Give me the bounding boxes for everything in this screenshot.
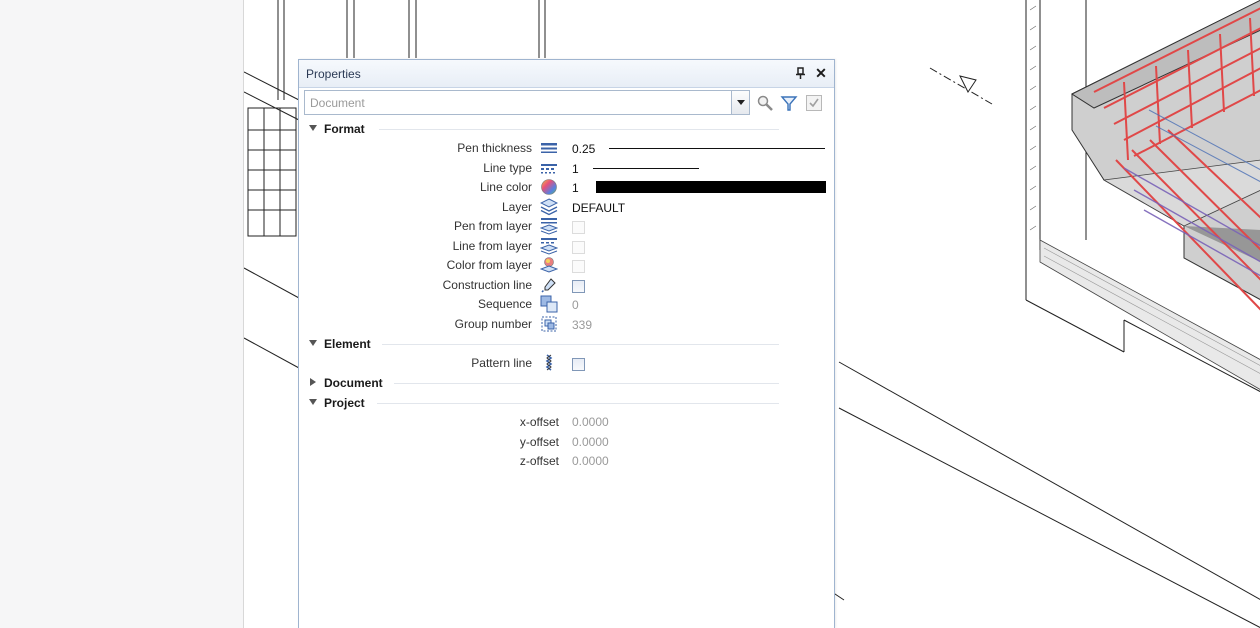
layer-value[interactable]: DEFAULT [572,201,625,215]
search-icon[interactable] [755,93,775,113]
filter-icon[interactable] [779,93,799,113]
properties-panel: Properties ✕ Document Format Pen thickne… [298,59,835,628]
pen-thickness-icon [540,140,558,156]
section-divider [394,383,779,384]
close-icon[interactable]: ✕ [812,64,830,82]
pattern-line-label: Pattern line [471,356,532,370]
color-from-layer-label: Color from layer [446,258,532,272]
combo-dropdown-button[interactable] [731,91,749,114]
pin-icon[interactable] [792,64,810,82]
line-from-layer-checkbox[interactable] [572,241,585,254]
sequence-label: Sequence [477,297,532,311]
chevron-down-icon [736,100,745,105]
sequence-icon [540,295,558,313]
color-wheel-icon [540,179,558,195]
section-element-label: Element [324,337,371,351]
line-color-swatch [596,181,826,193]
y-offset-label: y-offset [519,435,559,449]
line-color-value[interactable]: 1 [572,181,579,195]
layers-icon [540,198,558,216]
section-divider [379,129,779,130]
group-icon [540,316,558,332]
color-from-layer-checkbox[interactable] [572,260,585,273]
section-element[interactable]: Element [309,336,779,354]
pen-thickness-preview [609,148,825,149]
pen-from-layer-label: Pen from layer [453,219,532,233]
line-from-layer-icon [540,238,558,255]
line-from-layer-label: Line from layer [452,239,532,253]
x-offset-label: x-offset [519,415,559,429]
pen-thickness-label: Pen thickness [457,141,532,155]
document-combo[interactable]: Document [304,90,750,115]
collapse-icon [309,340,317,346]
pattern-line-icon [540,354,558,371]
collapse-icon [309,399,317,405]
sequence-value: 0 [572,298,579,312]
collapse-icon [309,125,317,131]
pen-from-layer-checkbox[interactable] [572,221,585,234]
section-project-label: Project [324,396,365,410]
line-type-icon [540,160,558,176]
section-divider [382,344,779,345]
section-document[interactable]: Document [309,375,779,393]
group-number-label: Group number [454,317,532,331]
section-project[interactable]: Project [309,395,779,413]
color-from-layer-icon [540,257,558,273]
pen-from-layer-icon [540,218,558,235]
combo-value: Document [310,96,365,110]
panel-title: Properties [306,67,361,81]
expand-icon [310,378,316,386]
x-offset-value[interactable]: 0.0000 [572,415,609,429]
z-offset-label: z-offset [519,454,559,468]
line-type-preview [593,168,699,169]
left-margin [0,0,243,628]
section-divider [377,403,779,404]
line-color-label: Line color [479,180,532,194]
group-number-value: 339 [572,318,593,332]
pen-thickness-value[interactable]: 0.25 [572,142,595,156]
construction-line-label: Construction line [442,278,532,292]
section-format-label: Format [324,122,365,136]
layer-label: Layer [501,200,532,214]
z-offset-value[interactable]: 0.0000 [572,454,609,468]
construction-line-checkbox[interactable] [572,280,585,293]
pattern-line-checkbox[interactable] [572,358,585,371]
section-document-label: Document [324,376,383,390]
y-offset-value[interactable]: 0.0000 [572,435,609,449]
apply-icon[interactable] [804,93,824,113]
section-format[interactable]: Format [309,121,779,139]
line-type-label: Line type [483,161,532,175]
line-type-value[interactable]: 1 [572,162,579,176]
panel-titlebar[interactable]: Properties ✕ [299,60,834,88]
construction-line-icon [540,277,558,293]
